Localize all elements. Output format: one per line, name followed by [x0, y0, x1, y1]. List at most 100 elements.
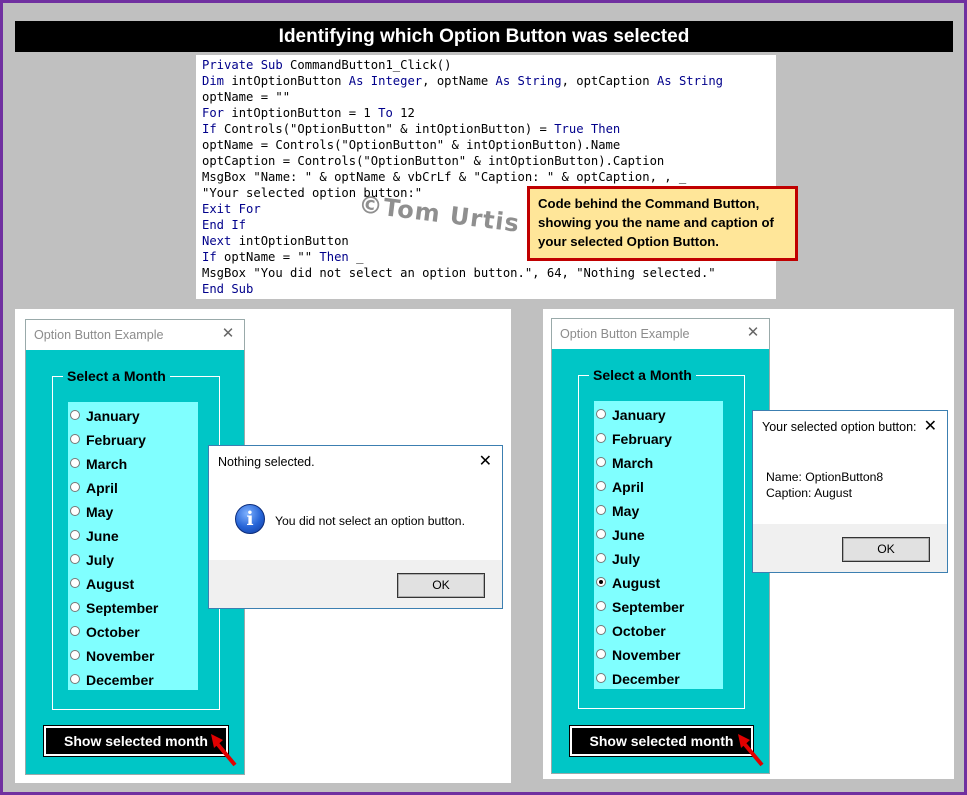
red-arrow-pointer-right [738, 734, 764, 767]
code-text: MsgBox "Name: " & optName & vbCrLf & "Ca… [202, 170, 687, 184]
radio-icon[interactable] [70, 674, 80, 684]
msgbox-nothing-selected: Nothing selected. ✕ i You did not select… [208, 445, 503, 609]
option-label: August [612, 575, 661, 591]
option-label: April [612, 479, 644, 495]
radio-icon[interactable] [70, 650, 80, 660]
code-line: Dim intOptionButton As Integer, optName … [196, 73, 776, 89]
radio-icon[interactable] [596, 577, 606, 587]
msgbox-message: You did not select an option button. [275, 514, 465, 528]
option-label: March [612, 455, 654, 471]
code-keyword: End Sub [202, 282, 254, 296]
option-list: January February March April May June July Augu… [68, 402, 198, 690]
option-label: January [86, 408, 140, 424]
code-text: MsgBox "You did not select an option but… [202, 266, 716, 280]
radio-icon[interactable] [596, 649, 606, 659]
userform-title: Option Button Example [34, 328, 164, 342]
show-selected-month-button[interactable]: Show selected month [569, 725, 754, 757]
code-line: Private Sub CommandButton1_Click() [196, 57, 776, 73]
red-arrow-pointer-left [211, 734, 237, 767]
radio-icon[interactable] [596, 481, 606, 491]
option-label: July [86, 552, 115, 568]
radio-icon[interactable] [70, 578, 80, 588]
code-keyword: If [202, 250, 217, 264]
option-label: September [86, 600, 159, 616]
radio-icon[interactable] [596, 601, 606, 611]
userform-right: Option Button Example ✕ Select a Month J… [551, 318, 770, 774]
close-icon[interactable]: ✕ [924, 417, 937, 435]
radio-icon[interactable] [70, 554, 80, 564]
close-icon[interactable]: ✕ [220, 326, 236, 342]
code-line: optName = Controls("OptionButton" & intO… [196, 137, 776, 153]
option-label: November [86, 648, 155, 664]
radio-icon[interactable] [70, 458, 80, 468]
code-panel: Private Sub CommandButton1_Click() Dim in… [196, 55, 776, 299]
option-label: November [612, 647, 681, 663]
code-text: _ [348, 250, 364, 264]
msgbox-title: Your selected option button: [762, 420, 917, 434]
code-text: , optCaption [561, 74, 657, 88]
groupbox-label: Select a Month [63, 368, 170, 384]
code-text: intOptionButton = 1 [224, 106, 379, 120]
code-keyword: As Integer [348, 74, 423, 88]
code-line: MsgBox "You did not select an option but… [196, 265, 776, 281]
code-keyword: As String [656, 74, 723, 88]
code-keyword: Next [202, 234, 232, 248]
info-icon: i [235, 504, 265, 534]
code-text: , optName [422, 74, 496, 88]
radio-icon[interactable] [70, 602, 80, 612]
code-text: intOptionButton [224, 74, 349, 88]
radio-icon[interactable] [70, 434, 80, 444]
userform-title: Option Button Example [560, 327, 690, 341]
radio-icon[interactable] [596, 553, 606, 563]
radio-icon[interactable] [596, 625, 606, 635]
msgbox-name-line: Name: OptionButton8 [766, 470, 884, 484]
code-keyword: Then [319, 250, 349, 264]
option-label: March [86, 456, 128, 472]
radio-icon[interactable] [70, 482, 80, 492]
option-label: June [86, 528, 119, 544]
code-line: MsgBox "Name: " & optName & vbCrLf & "Ca… [196, 169, 776, 185]
msgbox-selected-option: Your selected option button: ✕ Name: Opt… [752, 410, 948, 573]
code-keyword: To [378, 106, 393, 120]
radio-icon[interactable] [596, 457, 606, 467]
radio-icon[interactable] [596, 505, 606, 515]
radio-icon[interactable] [70, 626, 80, 636]
radio-icon[interactable] [596, 409, 606, 419]
ok-button[interactable]: OK [842, 537, 930, 562]
radio-icon[interactable] [70, 410, 80, 420]
radio-icon[interactable] [70, 506, 80, 516]
code-line: For intOptionButton = 1 To 12 [196, 105, 776, 121]
code-keyword: True Then [554, 122, 621, 136]
option-label: February [612, 431, 672, 447]
radio-icon[interactable] [596, 673, 606, 683]
close-icon[interactable]: ✕ [479, 452, 492, 470]
radio-icon[interactable] [70, 530, 80, 540]
radio-icon[interactable] [596, 529, 606, 539]
code-callout: Code behind the Command Button, showing … [527, 186, 798, 261]
code-keyword: For [202, 106, 225, 120]
close-icon[interactable]: ✕ [745, 325, 761, 341]
option-label: December [86, 672, 154, 688]
option-label: January [612, 407, 666, 423]
code-keyword: As String [495, 74, 562, 88]
option-label: October [612, 623, 666, 639]
code-keyword: Private Sub [202, 58, 283, 72]
code-line: optName = "" [196, 89, 776, 105]
userform-titlebar: Option Button Example ✕ [552, 319, 769, 349]
option-label: February [86, 432, 146, 448]
option-label: April [86, 480, 118, 496]
code-text: optCaption = Controls("OptionButton" & i… [202, 154, 665, 168]
code-text: CommandButton1_Click() [282, 58, 452, 72]
show-selected-month-button[interactable]: Show selected month [43, 725, 229, 757]
option-label: October [86, 624, 140, 640]
code-keyword: Dim [202, 74, 225, 88]
ok-button[interactable]: OK [397, 573, 485, 598]
code-text: 12 [392, 106, 415, 120]
radio-icon[interactable] [596, 433, 606, 443]
option-label: August [86, 576, 135, 592]
option-label: June [612, 527, 645, 543]
code-text: optName = "" [202, 90, 291, 104]
code-text: Controls("OptionButton" & intOptionButto… [216, 122, 555, 136]
page-title: Identifying which Option Button was sele… [15, 21, 953, 52]
code-text: intOptionButton [231, 234, 349, 248]
